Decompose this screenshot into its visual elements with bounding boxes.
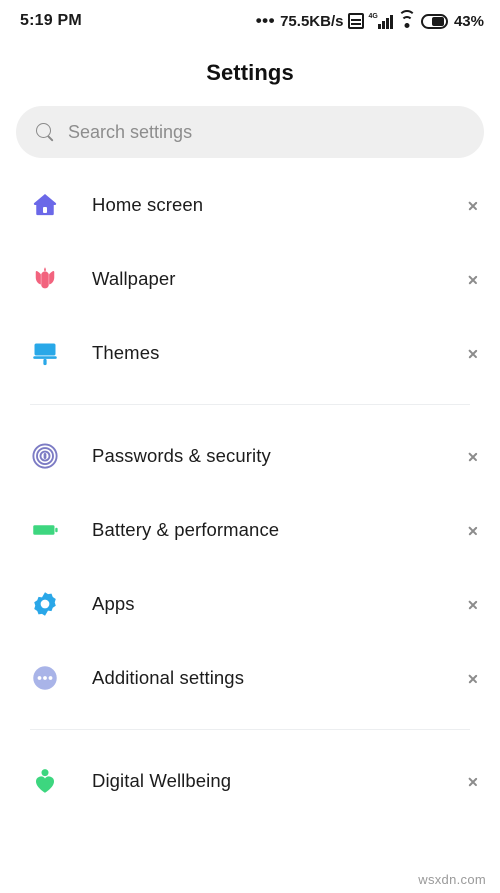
search-icon [36, 123, 54, 141]
settings-row-label: Wallpaper [92, 268, 176, 289]
chevron-right-icon [468, 344, 478, 362]
chevron-right-icon [468, 595, 478, 613]
sim-card-icon [348, 13, 365, 29]
network-activity-dots-icon: ••• [255, 11, 276, 30]
search-input[interactable]: Search settings [16, 106, 484, 158]
heart-person-icon [28, 766, 62, 796]
page-title: Settings [206, 60, 294, 85]
settings-row-label: Home screen [92, 194, 204, 215]
chevron-right-icon [468, 196, 478, 214]
signal-generation-label: 4G [368, 12, 378, 20]
more-horizontal-icon [28, 663, 62, 693]
list-divider [30, 729, 470, 730]
settings-row-battery-performance[interactable]: Battery & performance [0, 493, 500, 567]
settings-row-label: Additional settings [92, 667, 245, 688]
search-placeholder: Search settings [68, 121, 193, 142]
settings-row-passwords-security[interactable]: Passwords & security [0, 419, 500, 493]
fingerprint-icon [28, 441, 62, 471]
battery-icon [28, 515, 62, 545]
settings-row-label: Digital Wellbeing [92, 770, 232, 791]
settings-screen: 5:19 PM ••• 75.5KB/s 4G 43% Settings Sea… [0, 0, 500, 893]
home-icon [28, 190, 62, 220]
chevron-right-icon [468, 669, 478, 687]
gear-icon [28, 589, 62, 619]
cellular-signal-icon: 4G [368, 12, 393, 29]
status-bar: 5:19 PM ••• 75.5KB/s 4G 43% [0, 0, 500, 42]
settings-row-apps[interactable]: Apps [0, 567, 500, 641]
tulip-flower-icon [28, 264, 62, 294]
settings-row-additional-settings[interactable]: Additional settings [0, 641, 500, 715]
settings-row-home-screen[interactable]: Home screen [0, 168, 500, 242]
chevron-right-icon [468, 270, 478, 288]
search-container: Search settings [0, 96, 500, 158]
settings-row-label: Passwords & security [92, 445, 271, 466]
settings-row-label: Battery & performance [92, 519, 280, 540]
chevron-right-icon [468, 447, 478, 465]
watermark: wsxdn.com [418, 872, 486, 887]
chevron-right-icon [468, 772, 478, 790]
settings-row-digital-wellbeing[interactable]: Digital Wellbeing [0, 744, 500, 818]
status-bar-clock: 5:19 PM [20, 12, 82, 29]
network-speed-label: 75.5KB/s [280, 12, 344, 30]
battery-percent-label: 43% [453, 12, 484, 30]
settings-row-wallpaper[interactable]: Wallpaper [0, 242, 500, 316]
battery-icon [420, 13, 448, 29]
settings-row-themes[interactable]: Themes [0, 316, 500, 390]
wifi-icon [397, 10, 416, 28]
chevron-right-icon [468, 521, 478, 539]
settings-row-label: Apps [92, 593, 135, 614]
paint-brush-icon [28, 338, 62, 368]
settings-row-label: Themes [92, 342, 160, 363]
list-divider [30, 404, 470, 405]
status-bar-indicators: ••• 75.5KB/s 4G 43% [255, 10, 484, 30]
settings-list: Home screen Wallpaper Themes Passwords & se… [0, 158, 500, 818]
